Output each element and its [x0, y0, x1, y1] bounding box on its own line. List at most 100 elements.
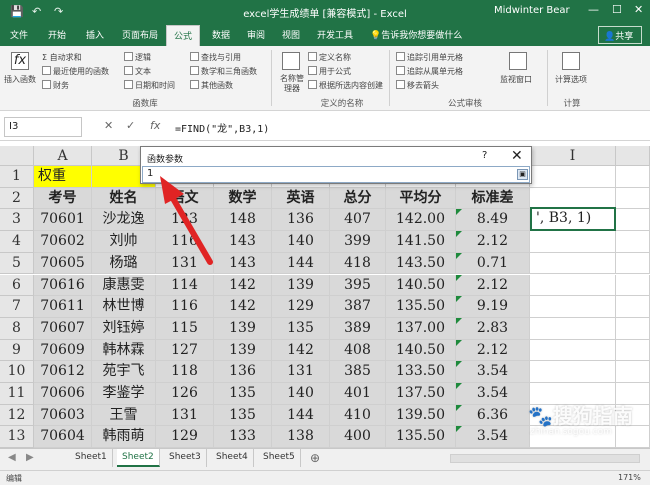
- table-cell[interactable]: 142.00: [386, 209, 456, 232]
- tab-file[interactable]: 文件: [10, 28, 28, 41]
- tab-home[interactable]: 开始: [48, 28, 66, 41]
- table-cell[interactable]: 权重: [34, 166, 92, 188]
- table-cell[interactable]: 385: [330, 361, 386, 383]
- math-button[interactable]: 数学和三角函数: [190, 66, 257, 77]
- table-cell[interactable]: 116: [156, 296, 214, 318]
- table-cell[interactable]: 400: [330, 426, 386, 448]
- table-cell[interactable]: 姓名: [92, 187, 156, 210]
- table-cell[interactable]: 2.12: [456, 231, 530, 253]
- table-cell[interactable]: 144: [272, 404, 330, 427]
- table-cell[interactable]: 139.50: [386, 404, 456, 427]
- use-in-formula-button[interactable]: 用于公式: [308, 66, 351, 77]
- recent-functions-button[interactable]: 最近使用的函数: [42, 66, 109, 77]
- table-cell[interactable]: 考号: [34, 187, 92, 210]
- tab-view[interactable]: 视图: [282, 28, 300, 41]
- column-header-a[interactable]: A: [34, 146, 92, 166]
- table-cell[interactable]: 韩林霖: [92, 339, 156, 362]
- table-cell[interactable]: 401: [330, 383, 386, 405]
- tell-me-search[interactable]: 💡告诉我你想要做什么: [370, 28, 462, 41]
- table-cell[interactable]: 139: [214, 339, 272, 362]
- table-cell[interactable]: 399: [330, 231, 386, 253]
- table-cell[interactable]: [616, 187, 650, 210]
- sheet-tab-1[interactable]: Sheet1: [70, 449, 113, 467]
- table-cell[interactable]: 杨璐: [92, 252, 156, 275]
- column-header-j[interactable]: [616, 146, 650, 166]
- table-cell[interactable]: [616, 426, 650, 448]
- table-cell[interactable]: 70604: [34, 426, 92, 448]
- table-cell[interactable]: 116: [156, 231, 214, 253]
- table-cell[interactable]: 70606: [34, 383, 92, 405]
- table-cell[interactable]: [616, 209, 650, 232]
- table-cell[interactable]: 135: [272, 317, 330, 340]
- table-cell[interactable]: [616, 361, 650, 383]
- text-button[interactable]: 文本: [124, 66, 151, 77]
- table-cell[interactable]: 133.50: [386, 361, 456, 383]
- table-cell[interactable]: 131: [156, 252, 214, 275]
- table-cell[interactable]: [616, 231, 650, 253]
- table-cell[interactable]: 129: [156, 426, 214, 448]
- table-cell[interactable]: 135: [214, 404, 272, 427]
- row-header-7[interactable]: 7: [0, 296, 34, 318]
- close-icon[interactable]: ✕: [634, 3, 643, 16]
- tab-formulas[interactable]: 公式: [166, 25, 201, 46]
- zoom-level[interactable]: 171%: [618, 473, 641, 482]
- table-cell[interactable]: 6.36: [456, 404, 530, 427]
- table-cell[interactable]: 140: [272, 383, 330, 405]
- row-header-5[interactable]: 5: [0, 252, 34, 275]
- cancel-icon[interactable]: ✕: [104, 119, 113, 132]
- column-header-i[interactable]: I: [530, 146, 616, 166]
- table-cell[interactable]: 苑宇飞: [92, 361, 156, 383]
- table-cell[interactable]: [616, 296, 650, 318]
- table-cell[interactable]: 142: [272, 339, 330, 362]
- table-cell[interactable]: 3.54: [456, 361, 530, 383]
- table-cell[interactable]: 143.50: [386, 252, 456, 275]
- datetime-button[interactable]: 日期和时间: [124, 80, 175, 91]
- table-cell[interactable]: 标准差: [456, 187, 530, 210]
- define-name-button[interactable]: 定义名称: [308, 52, 351, 63]
- table-cell[interactable]: 137.50: [386, 383, 456, 405]
- row-header-12[interactable]: 12: [0, 404, 34, 427]
- table-cell[interactable]: 139: [272, 274, 330, 297]
- add-sheet-icon[interactable]: ⊕: [310, 451, 320, 465]
- help-icon[interactable]: ?: [482, 150, 487, 161]
- table-cell[interactable]: 2.83: [456, 317, 530, 340]
- table-cell[interactable]: 70605: [34, 252, 92, 275]
- table-cell[interactable]: 70602: [34, 231, 92, 253]
- table-cell[interactable]: 2.12: [456, 339, 530, 362]
- table-cell[interactable]: 英语: [272, 187, 330, 210]
- tab-data[interactable]: 数据: [212, 28, 230, 41]
- table-cell[interactable]: 70616: [34, 274, 92, 297]
- table-cell[interactable]: 410: [330, 404, 386, 427]
- table-cell[interactable]: 0.71: [456, 252, 530, 275]
- table-cell[interactable]: 刘帅: [92, 231, 156, 253]
- maximize-icon[interactable]: ☐: [612, 3, 622, 16]
- table-cell[interactable]: 语文: [156, 187, 214, 210]
- table-cell[interactable]: 3.54: [456, 426, 530, 448]
- table-cell[interactable]: 131: [272, 361, 330, 383]
- table-cell[interactable]: 总分: [330, 187, 386, 210]
- watch-window-button[interactable]: 监视窗口: [500, 74, 532, 85]
- sheet-tab-4[interactable]: Sheet4: [211, 449, 254, 467]
- table-cell[interactable]: 407: [330, 209, 386, 232]
- table-cell[interactable]: 李鉴学: [92, 383, 156, 405]
- table-cell[interactable]: 8.49: [456, 209, 530, 232]
- table-cell[interactable]: 133: [214, 426, 272, 448]
- table-cell[interactable]: 139: [214, 317, 272, 340]
- table-cell[interactable]: [530, 252, 616, 275]
- table-cell[interactable]: 刘钰婷: [92, 317, 156, 340]
- financial-button[interactable]: 财务: [42, 80, 69, 91]
- table-cell[interactable]: 127: [156, 339, 214, 362]
- table-cell[interactable]: 康惠雯: [92, 274, 156, 297]
- table-cell[interactable]: 408: [330, 339, 386, 362]
- table-cell[interactable]: 140.50: [386, 339, 456, 362]
- table-cell[interactable]: [530, 339, 616, 362]
- other-functions-button[interactable]: 其他函数: [190, 80, 233, 91]
- name-manager-button[interactable]: 名称管理器: [279, 74, 305, 94]
- user-name[interactable]: Midwinter Bear: [494, 5, 570, 16]
- table-cell[interactable]: 114: [156, 274, 214, 297]
- insert-function-fx-icon[interactable]: fx: [150, 119, 160, 132]
- table-cell[interactable]: 数学: [214, 187, 272, 210]
- table-cell[interactable]: [616, 252, 650, 275]
- table-cell[interactable]: 平均分: [386, 187, 456, 210]
- table-cell[interactable]: 3.54: [456, 383, 530, 405]
